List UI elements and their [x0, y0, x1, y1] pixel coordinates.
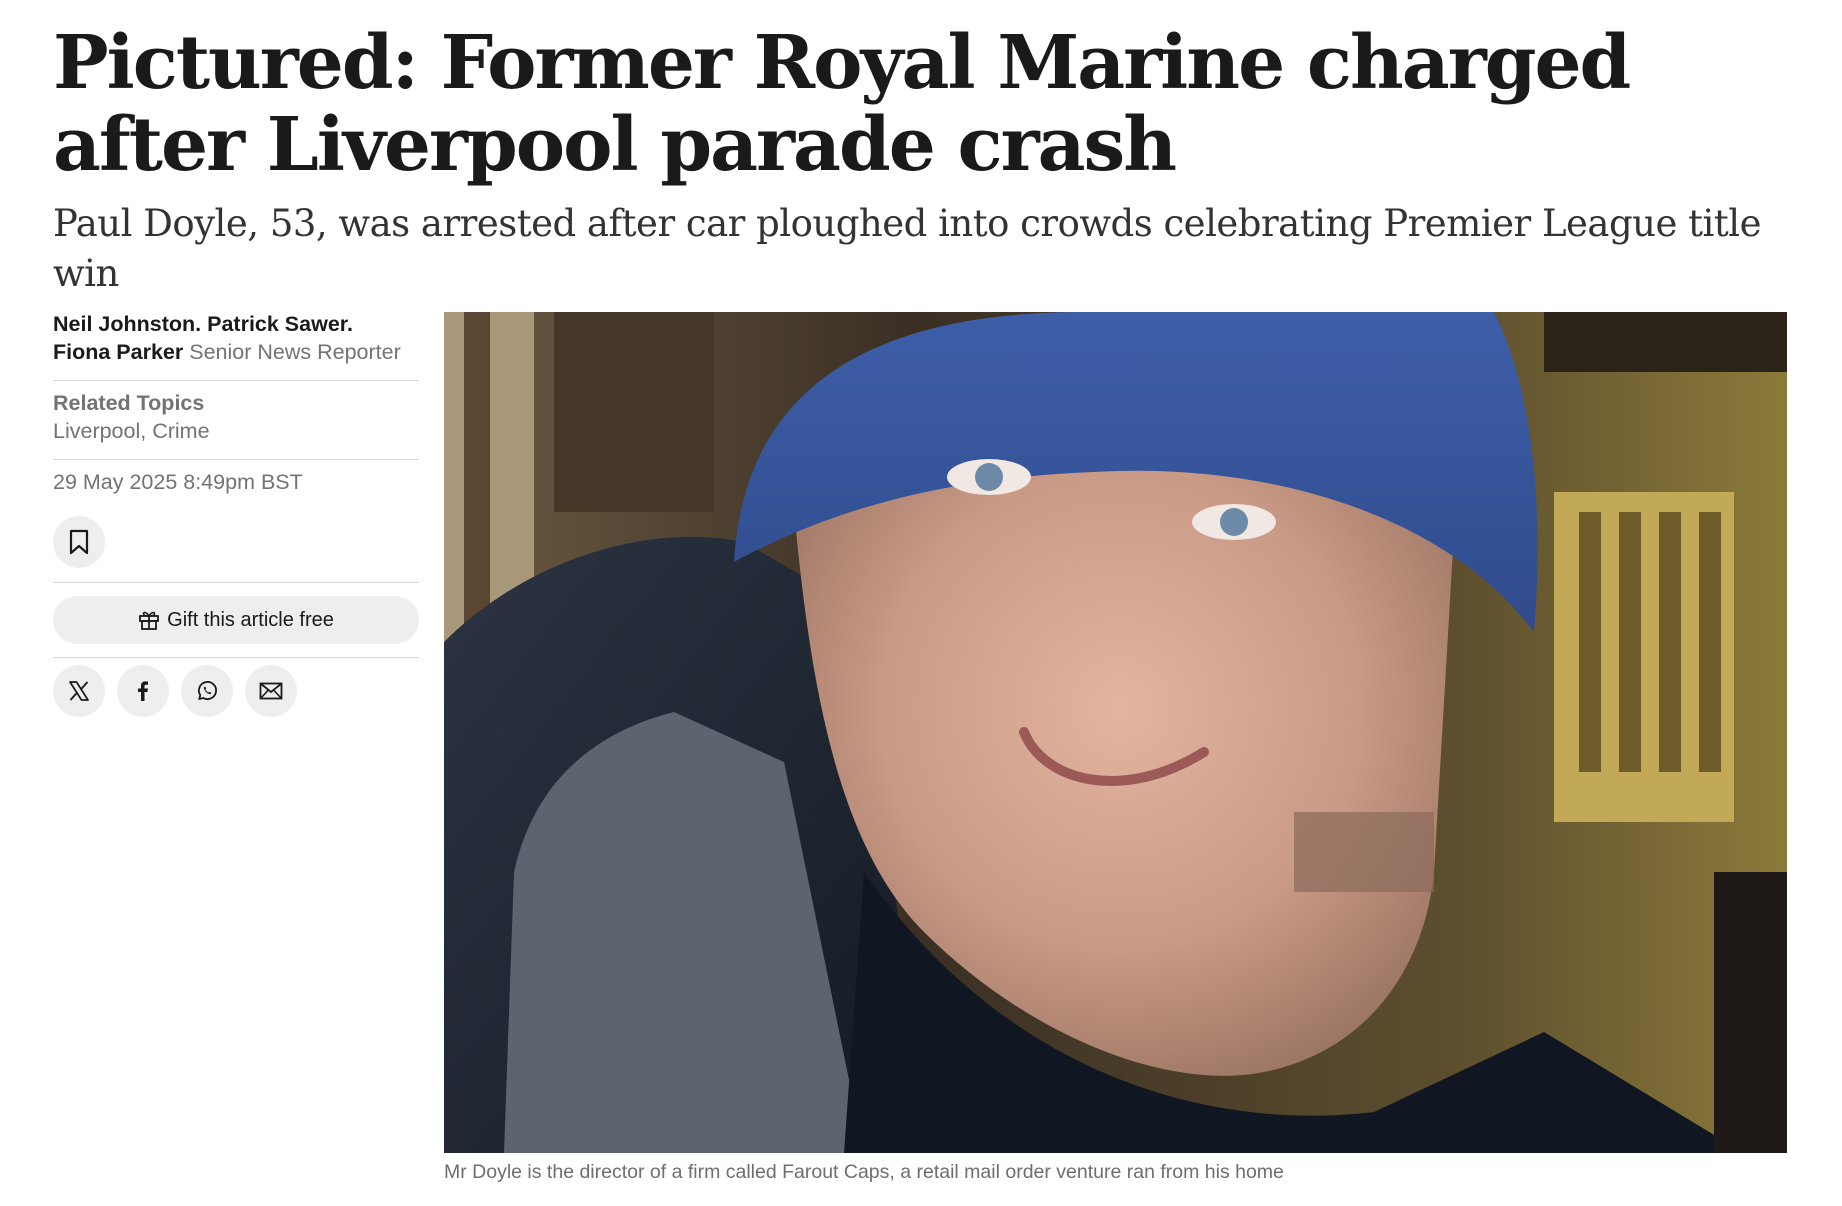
x-icon — [69, 681, 89, 701]
article-headline: Pictured: Former Royal Marine charged af… — [53, 20, 1631, 188]
photo-caption: Mr Doyle is the director of a firm calle… — [444, 1161, 1284, 1183]
divider — [53, 657, 419, 658]
author-link[interactable]: Neil Johnston. — [53, 312, 201, 336]
save-article-button[interactable] — [53, 516, 105, 568]
share-facebook-button[interactable] — [117, 665, 169, 717]
whatsapp-icon — [198, 681, 217, 700]
email-icon — [259, 682, 283, 700]
share-buttons — [53, 665, 419, 717]
gift-article-label: Gift this article free — [167, 608, 334, 631]
related-topics: Related Topics Liverpool, Crime — [53, 389, 419, 445]
share-whatsapp-button[interactable] — [181, 665, 233, 717]
divider — [53, 459, 419, 460]
bookmark-icon — [69, 529, 89, 555]
article-photo — [444, 312, 1787, 1153]
publish-date: 29 May 2025 8:49pm BST — [53, 470, 303, 494]
article-standfirst: Paul Doyle, 53, was arrested after car p… — [53, 202, 1761, 295]
article-sidebar: Neil Johnston. Patrick Sawer. Fiona Parke… — [53, 310, 419, 717]
related-topics-links[interactable]: Liverpool, Crime — [53, 417, 419, 445]
related-topics-label: Related Topics — [53, 391, 205, 415]
divider — [53, 582, 419, 583]
share-email-button[interactable] — [245, 665, 297, 717]
author-link[interactable]: Fiona Parker — [53, 340, 183, 364]
divider — [53, 380, 419, 381]
gift-article-button[interactable]: Gift this article free — [53, 596, 419, 644]
author-link[interactable]: Patrick Sawer. — [207, 312, 353, 336]
facebook-icon — [138, 681, 148, 701]
author-role: Senior News Reporter — [189, 340, 401, 364]
byline: Neil Johnston. Patrick Sawer. Fiona Parke… — [53, 310, 419, 366]
gift-icon — [139, 611, 160, 630]
share-x-button[interactable] — [53, 665, 105, 717]
